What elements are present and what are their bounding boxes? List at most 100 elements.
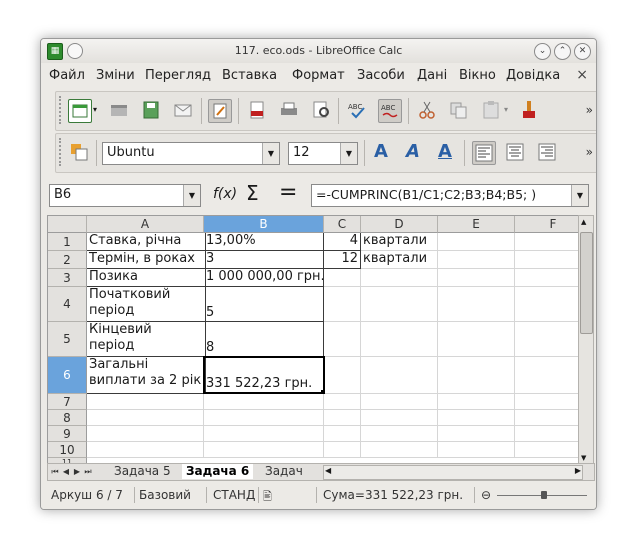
sheet-tab-6-active[interactable]: Задача 6 — [182, 464, 254, 479]
row-header-4[interactable]: 4 — [48, 287, 87, 322]
row-header-10[interactable]: 10 — [48, 442, 87, 458]
cell-A3[interactable]: Позика — [87, 269, 206, 287]
menu-format[interactable]: Формат — [292, 68, 345, 83]
cell-A4[interactable]: Початковий період — [87, 287, 206, 322]
align-center-icon[interactable] — [504, 141, 526, 163]
horizontal-scrollbar[interactable]: ◀ ▶ — [323, 465, 583, 480]
cell-B8[interactable] — [204, 410, 324, 426]
clone-formatting-icon[interactable] — [518, 99, 540, 121]
menu-window[interactable]: Вікно — [459, 68, 496, 83]
insert-mode[interactable]: СТАНД — [213, 488, 255, 502]
cell-E4[interactable] — [438, 287, 515, 322]
font-size-combo[interactable]: 12 ▼ — [288, 142, 358, 165]
last-sheet-icon[interactable]: ⏭ — [83, 465, 93, 478]
cell-B5[interactable]: 8 — [204, 322, 324, 357]
cell-C4[interactable] — [324, 287, 361, 322]
cell-C2[interactable]: 12 — [324, 251, 361, 269]
cell-A10[interactable] — [87, 442, 204, 458]
new-dropdown-icon[interactable]: ▾ — [93, 99, 101, 121]
cut-icon[interactable] — [416, 99, 438, 121]
cell-F9[interactable] — [515, 426, 578, 442]
select-all-corner[interactable] — [48, 216, 87, 233]
column-header-e[interactable]: E — [438, 216, 515, 233]
cell-D8[interactable] — [361, 410, 438, 426]
cell-A1[interactable]: Ставка, річна — [87, 233, 206, 251]
print-preview-icon[interactable] — [310, 99, 332, 121]
column-header-c[interactable]: C — [324, 216, 361, 233]
row-header-2[interactable]: 2 — [48, 251, 87, 269]
toolbar-grip[interactable] — [59, 138, 65, 166]
scroll-right-icon[interactable]: ▶ — [575, 466, 581, 475]
cell-F2[interactable] — [515, 251, 578, 269]
expand-formula-icon[interactable]: ▼ — [571, 185, 588, 206]
edit-mode-icon[interactable] — [208, 99, 232, 123]
column-header-a[interactable]: A — [87, 216, 204, 233]
styles-icon[interactable] — [68, 141, 90, 163]
next-sheet-icon[interactable]: ▶ — [72, 465, 82, 478]
cell-D3[interactable] — [361, 269, 438, 287]
formula-equals-icon[interactable]: = — [279, 180, 297, 205]
cell-F4[interactable] — [515, 287, 578, 322]
close-window-icon[interactable]: ✕ — [574, 43, 591, 60]
first-sheet-icon[interactable]: ⏮ — [50, 465, 60, 478]
cell-A6[interactable]: Загальні виплати за 2 рік — [87, 357, 206, 394]
column-header-d[interactable]: D — [361, 216, 438, 233]
print-icon[interactable] — [278, 99, 300, 121]
menu-file[interactable]: Файл — [49, 68, 85, 83]
cell-C5[interactable] — [324, 322, 361, 357]
scroll-left-icon[interactable]: ◀ — [325, 466, 331, 475]
email-icon[interactable] — [172, 99, 194, 121]
menu-tools[interactable]: Засоби — [357, 68, 405, 83]
paste-dropdown-icon[interactable]: ▾ — [504, 99, 512, 121]
cell-F3[interactable] — [515, 269, 578, 287]
spellcheck-icon[interactable]: ABC — [346, 99, 368, 121]
sheet-tab-7[interactable]: Задач — [263, 464, 311, 479]
row-header-7[interactable]: 7 — [48, 394, 87, 410]
cell-C8[interactable] — [324, 410, 361, 426]
chevron-down-icon[interactable]: ▼ — [262, 143, 279, 164]
cell-E10[interactable] — [438, 442, 515, 458]
sheet-tab-5[interactable]: Задача 5 — [110, 464, 175, 479]
column-header-f[interactable]: F — [515, 216, 578, 233]
cell-F8[interactable] — [515, 410, 578, 426]
minimize-icon[interactable]: ⌄ — [534, 43, 551, 60]
cell-B3[interactable]: 1 000 000,00 грн. — [204, 269, 324, 287]
cell-C7[interactable] — [324, 394, 361, 410]
copy-icon[interactable] — [448, 99, 470, 121]
toolbar-grip[interactable] — [59, 96, 65, 124]
cell-B7[interactable] — [204, 394, 324, 410]
underline-icon[interactable]: A — [434, 141, 456, 163]
cell-B6-selected[interactable]: 331 522,23 грн. — [203, 356, 325, 394]
cell-E3[interactable] — [438, 269, 515, 287]
cell-F7[interactable] — [515, 394, 578, 410]
scroll-up-icon[interactable]: ▲ — [581, 218, 586, 226]
export-pdf-icon[interactable] — [246, 99, 268, 121]
cell-C1[interactable]: 4 — [324, 233, 361, 251]
title-bar[interactable]: ▦ 117. eco.ods - LibreOffice Calc ⌄ ⌃ ✕ — [41, 39, 596, 63]
cell-C3[interactable] — [324, 269, 361, 287]
cell-E5[interactable] — [438, 322, 515, 357]
close-document-icon[interactable]: × — [576, 67, 588, 83]
menu-data[interactable]: Дані — [417, 68, 447, 83]
cell-E1[interactable] — [438, 233, 515, 251]
zoom-out-icon[interactable]: ⊖ — [481, 488, 491, 502]
save-icon[interactable] — [140, 99, 162, 121]
cell-C6[interactable] — [324, 357, 361, 394]
cell-D7[interactable] — [361, 394, 438, 410]
chevron-down-icon[interactable]: ▼ — [340, 143, 357, 164]
cell-B1[interactable]: 13,00% — [204, 233, 324, 251]
cell-E7[interactable] — [438, 394, 515, 410]
cell-D6[interactable] — [361, 357, 438, 394]
cell-B9[interactable] — [204, 426, 324, 442]
cell-E2[interactable] — [438, 251, 515, 269]
name-box[interactable]: B6 ▼ — [49, 184, 201, 207]
row-header-5[interactable]: 5 — [48, 322, 87, 357]
cell-D9[interactable] — [361, 426, 438, 442]
cell-F6[interactable] — [515, 357, 578, 394]
auto-spellcheck-icon[interactable]: ABC — [378, 99, 402, 123]
cell-F1[interactable] — [515, 233, 578, 251]
row-header-1[interactable]: 1 — [48, 233, 87, 251]
cell-D10[interactable] — [361, 442, 438, 458]
cell-D2[interactable]: квартали — [361, 251, 438, 269]
column-header-b[interactable]: B — [204, 216, 324, 233]
